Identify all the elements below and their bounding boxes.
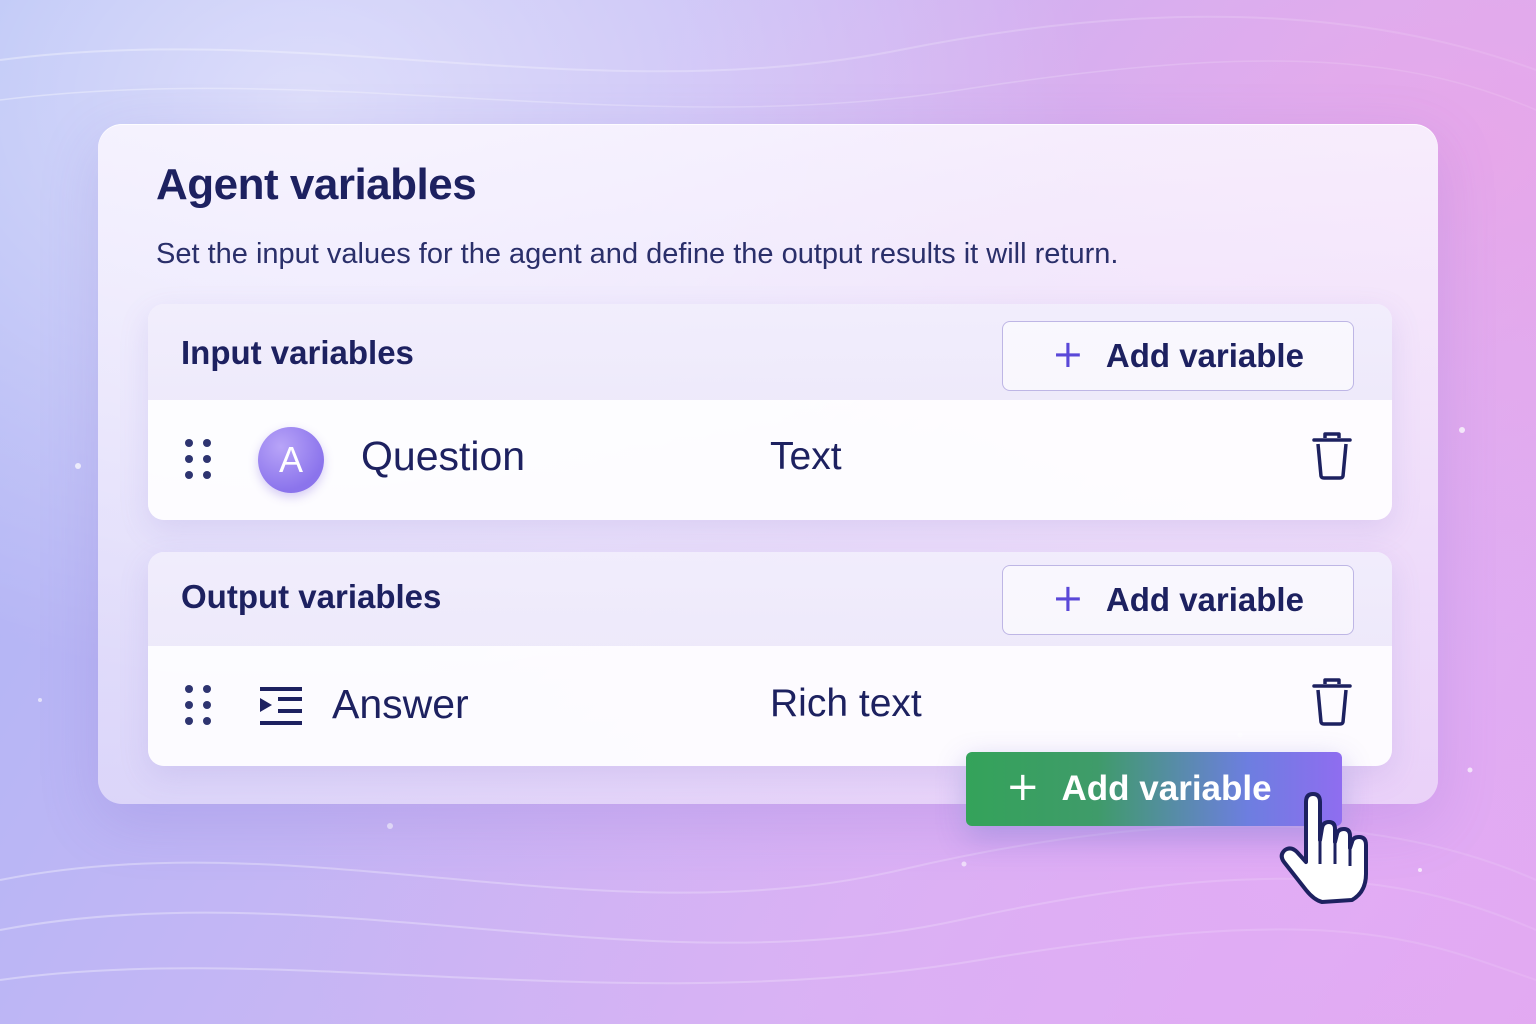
input-variables-title: Input variables xyxy=(181,334,414,371)
output-variables-title: Output variables xyxy=(181,578,442,615)
drag-handle-icon[interactable] xyxy=(184,438,214,482)
add-output-variable-button[interactable]: + Add variable xyxy=(1002,565,1354,635)
input-variable-row[interactable]: A Question Text xyxy=(148,400,1392,520)
page-subtitle: Set the input values for the agent and d… xyxy=(156,238,1119,270)
trash-icon[interactable] xyxy=(1312,678,1352,726)
plus-icon: + xyxy=(1052,576,1084,620)
variable-type-rich-text[interactable]: Rich text xyxy=(770,682,922,726)
trash-icon[interactable] xyxy=(1312,432,1352,480)
output-variables-section: Output variables + Add variable Answer R… xyxy=(148,552,1392,766)
plus-icon: + xyxy=(1006,764,1040,810)
output-variable-row[interactable]: Answer Rich text xyxy=(148,646,1392,766)
text-type-avatar: A xyxy=(258,427,324,493)
add-variable-cta-label: Add variable xyxy=(1061,769,1272,808)
variable-name-answer[interactable]: Answer xyxy=(332,681,469,728)
page-title: Agent variables xyxy=(156,160,477,209)
add-input-variable-label: Add variable xyxy=(1105,337,1304,374)
plus-icon: + xyxy=(1052,332,1084,376)
add-output-variable-label: Add variable xyxy=(1105,581,1304,618)
add-input-variable-button[interactable]: + Add variable xyxy=(1002,321,1354,391)
variable-name-question[interactable]: Question xyxy=(361,433,525,480)
input-variables-section: Input variables + Add variable A Questio… xyxy=(148,304,1392,520)
output-variables-header: Output variables + Add variable xyxy=(148,552,1392,646)
variable-type-text[interactable]: Text xyxy=(770,435,842,479)
input-variables-header: Input variables + Add variable xyxy=(148,304,1392,400)
rich-text-icon xyxy=(260,687,302,725)
drag-handle-icon[interactable] xyxy=(184,684,214,728)
hand-pointer-cursor-icon xyxy=(1279,792,1368,904)
